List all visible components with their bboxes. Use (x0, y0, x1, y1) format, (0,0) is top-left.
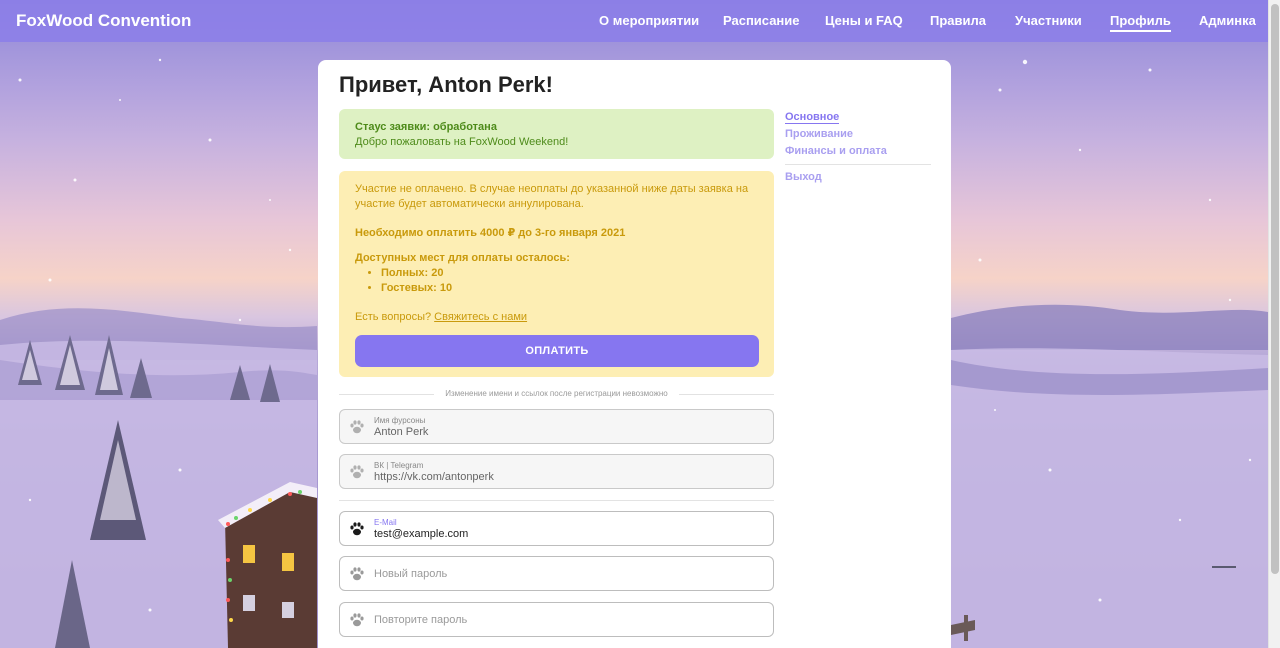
side-nav-finance[interactable]: Финансы и оплата (785, 145, 887, 157)
social-link-value: https://vk.com/antonperk (374, 471, 494, 483)
nav-admin[interactable]: Админка (1199, 13, 1256, 28)
nav-prices-faq[interactable]: Цены и FAQ (825, 13, 903, 28)
nav-rules[interactable]: Правила (930, 13, 986, 28)
side-nav-divider (785, 164, 931, 165)
nav-schedule[interactable]: Расписание (723, 13, 800, 28)
contact-line: Есть вопросы? Свяжитесь с нами (355, 310, 527, 325)
new-password-placeholder: Новый пароль (374, 568, 448, 580)
new-password-field[interactable]: Новый пароль (339, 556, 774, 591)
nav-participants[interactable]: Участники (1015, 13, 1082, 28)
places-title: Доступных мест для оплаты осталось: (355, 252, 570, 264)
fursona-name-field[interactable]: Имя фурсоны Anton Perk (339, 409, 774, 444)
nav-profile[interactable]: Профиль (1110, 13, 1171, 32)
name-change-note: Изменение имени и ссылок после регистрац… (339, 389, 774, 399)
paw-icon (350, 420, 364, 434)
profile-card: Привет, Anton Perk! Стаус заявки: обрабо… (318, 60, 951, 648)
repeat-password-field[interactable]: Повторите пароль (339, 602, 774, 637)
places-full: Полных: 20 (381, 266, 570, 281)
paw-icon (350, 613, 364, 627)
scrollbar-thumb[interactable] (1271, 4, 1279, 574)
contact-link[interactable]: Свяжитесь с нами (434, 311, 527, 323)
payment-alert: Участие не оплачено. В случае неоплаты д… (339, 171, 774, 377)
payment-warning: Участие не оплачено. В случае неоплаты д… (355, 183, 749, 210)
status-alert: Стаус заявки: обработана Добро пожаловат… (339, 109, 774, 159)
social-link-field[interactable]: ВК | Telegram https://vk.com/antonperk (339, 454, 774, 489)
places-guest: Гостевых: 10 (381, 281, 570, 296)
paw-icon (350, 567, 364, 581)
main-nav: О мероприятии Расписание Цены и FAQ Прав… (0, 13, 1268, 33)
places-list: Полных: 20 Гостевых: 10 (355, 266, 570, 296)
page-scrollbar[interactable] (1268, 0, 1280, 648)
pay-button[interactable]: ОПЛАТИТЬ (355, 335, 759, 367)
top-navbar: FoxWood Convention О мероприятии Расписа… (0, 0, 1268, 42)
payment-due: Необходимо оплатить 4000 ₽ до 3-го январ… (355, 227, 626, 239)
fursona-name-label: Имя фурсоны (374, 416, 426, 425)
paw-icon (350, 465, 364, 479)
repeat-password-placeholder: Повторите пароль (374, 614, 468, 626)
email-label: E-Mail (374, 518, 397, 527)
email-field[interactable]: E-Mail test@example.com (339, 511, 774, 546)
email-value: test@example.com (374, 528, 469, 540)
nav-about[interactable]: О мероприятии (599, 13, 699, 28)
question-text: Есть вопросы? (355, 311, 432, 323)
logout-link[interactable]: Выход (785, 171, 822, 183)
places-block: Доступных мест для оплаты осталось: Полн… (355, 251, 570, 296)
paw-icon (350, 522, 364, 536)
side-nav-accommodation[interactable]: Проживание (785, 128, 853, 140)
status-message: Добро пожаловать на FoxWood Weekend! (355, 136, 569, 148)
section-divider (339, 500, 774, 501)
social-link-label: ВК | Telegram (374, 461, 424, 470)
page-title: Привет, Anton Perk! (339, 72, 553, 97)
side-nav-main[interactable]: Основное (785, 111, 840, 124)
status-title: Стаус заявки: обработана (355, 121, 497, 133)
fursona-name-value: Anton Perk (374, 426, 429, 438)
